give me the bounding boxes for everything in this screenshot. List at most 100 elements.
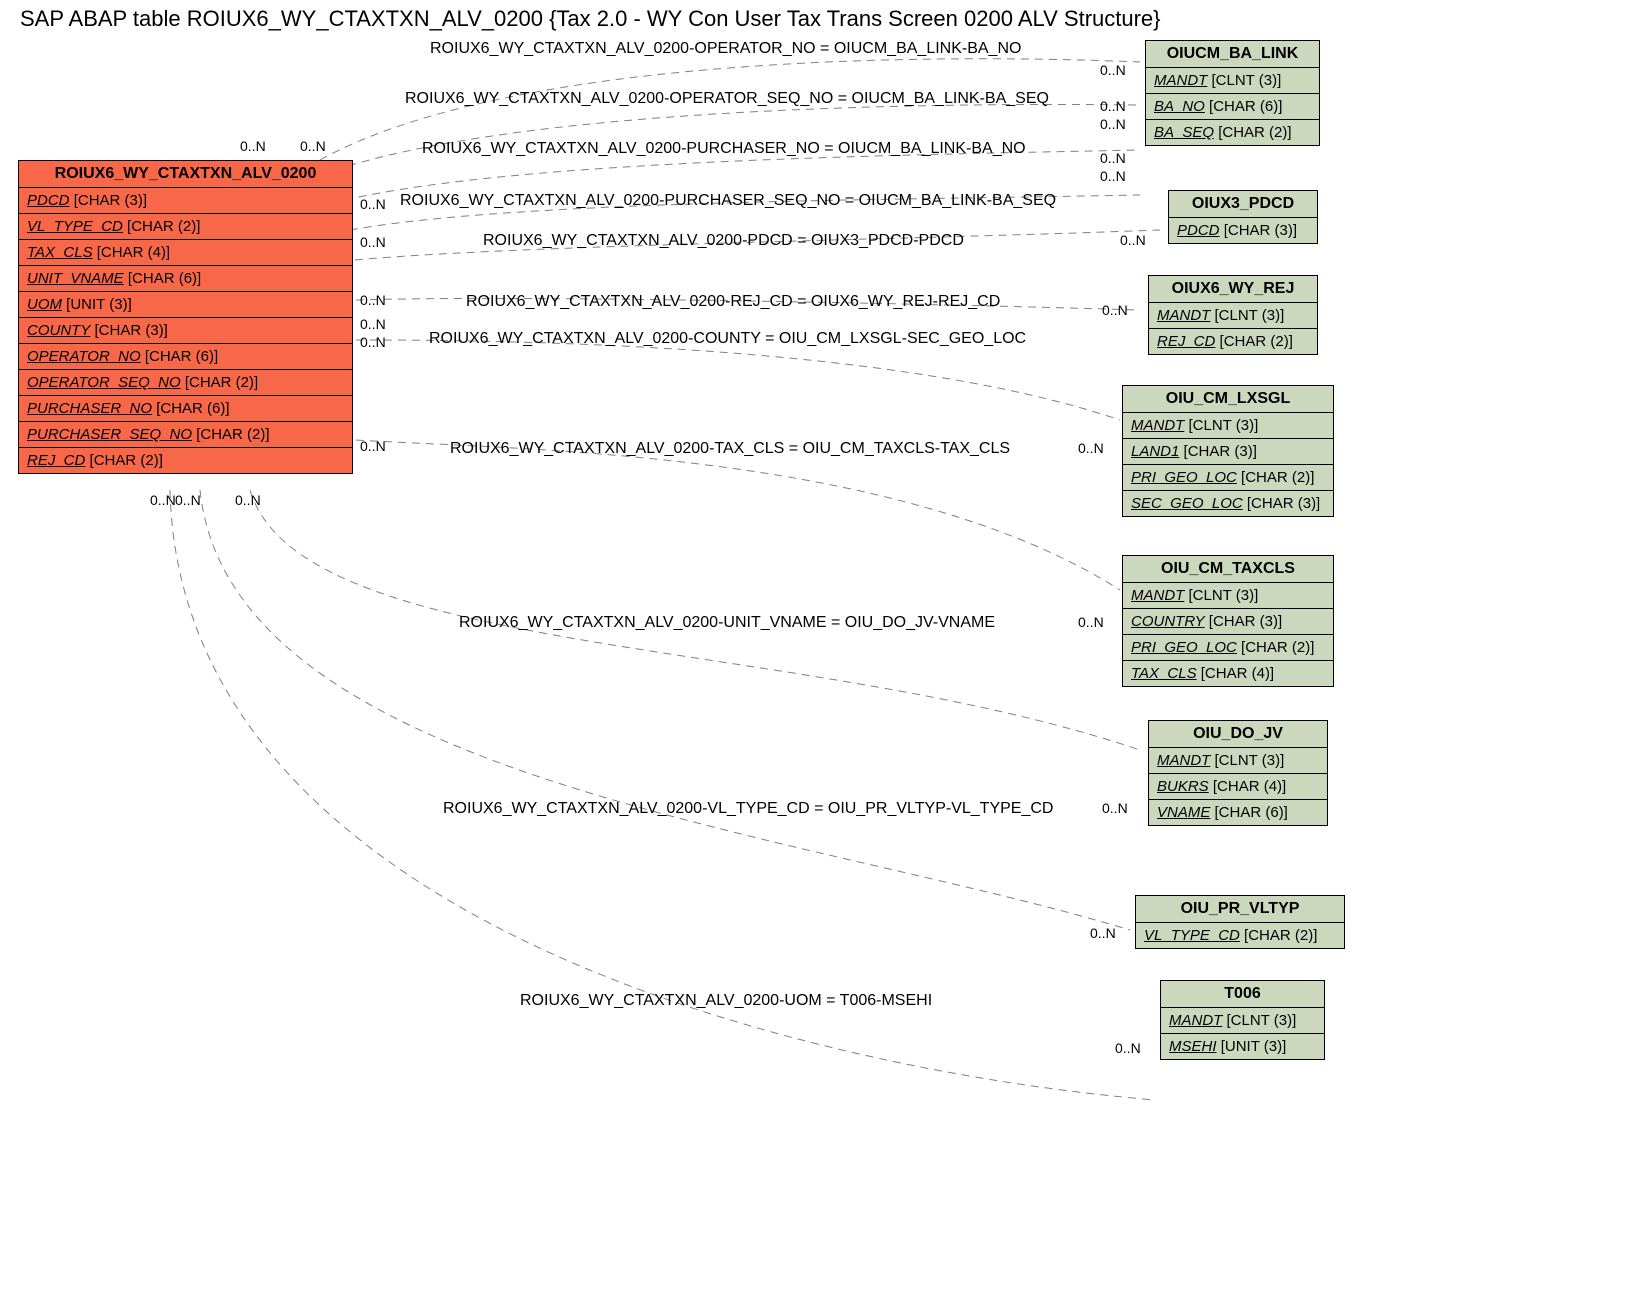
entity-oiux6-wy-rej: OIUX6_WY_REJ MANDT [CLNT (3)] REJ_CD [CHA… bbox=[1148, 275, 1318, 355]
field-name: MSEHI bbox=[1169, 1038, 1217, 1055]
field-name: OPERATOR_NO bbox=[27, 348, 141, 365]
field-type: [CLNT (3)] bbox=[1189, 587, 1259, 604]
entity-main-header: ROIUX6_WY_CTAXTXN_ALV_0200 bbox=[19, 161, 352, 188]
entity-field-row: BA_SEQ [CHAR (2)] bbox=[1146, 119, 1319, 145]
entity-field-row: PDCD [CHAR (3)] bbox=[19, 188, 352, 213]
entity-field-row: TAX_CLS [CHAR (4)] bbox=[19, 239, 352, 265]
field-type: [CHAR (6)] bbox=[1209, 98, 1282, 115]
field-type: [CHAR (3)] bbox=[1224, 222, 1297, 239]
field-type: [CHAR (3)] bbox=[1247, 495, 1320, 512]
field-type: [UNIT (3)] bbox=[66, 296, 132, 313]
card: 0..N bbox=[360, 292, 386, 308]
field-type: [CHAR (2)] bbox=[1220, 333, 1293, 350]
card: 0..N bbox=[175, 492, 201, 508]
field-type: [CLNT (3)] bbox=[1215, 752, 1285, 769]
field-type: [CLNT (3)] bbox=[1189, 417, 1259, 434]
entity-field-row: MANDT [CLNT (3)] bbox=[1149, 748, 1327, 773]
entity-field-row: PURCHASER_NO [CHAR (6)] bbox=[19, 395, 352, 421]
entity-oiucm-ba-link: OIUCM_BA_LINK MANDT [CLNT (3)] BA_NO [CHA… bbox=[1145, 40, 1320, 146]
field-name: COUNTRY bbox=[1131, 613, 1205, 630]
card: 0..N bbox=[1100, 116, 1126, 132]
card: 0..N bbox=[1090, 925, 1116, 941]
field-name: MANDT bbox=[1157, 752, 1210, 769]
field-name: VL_TYPE_CD bbox=[1144, 927, 1240, 944]
field-name: MANDT bbox=[1169, 1012, 1222, 1029]
entity-header: T006 bbox=[1161, 981, 1324, 1008]
card: 0..N bbox=[240, 138, 266, 154]
field-type: [CHAR (3)] bbox=[95, 322, 168, 339]
entity-field-row: VL_TYPE_CD [CHAR (2)] bbox=[1136, 923, 1344, 948]
entity-header: OIU_CM_LXSGL bbox=[1123, 386, 1333, 413]
entity-field-row: PRI_GEO_LOC [CHAR (2)] bbox=[1123, 634, 1333, 660]
entity-header: OIUX6_WY_REJ bbox=[1149, 276, 1317, 303]
field-type: [CLNT (3)] bbox=[1215, 307, 1285, 324]
relation-label: ROIUX6_WY_CTAXTXN_ALV_0200-PURCHASER_SEQ… bbox=[400, 192, 1056, 210]
entity-header: OIU_DO_JV bbox=[1149, 721, 1327, 748]
entity-oiu-cm-taxcls: OIU_CM_TAXCLS MANDT [CLNT (3)] COUNTRY [C… bbox=[1122, 555, 1334, 687]
entity-field-row: OPERATOR_SEQ_NO [CHAR (2)] bbox=[19, 369, 352, 395]
field-name: BA_SEQ bbox=[1154, 124, 1214, 141]
card: 0..N bbox=[360, 196, 386, 212]
field-type: [CHAR (2)] bbox=[196, 426, 269, 443]
entity-header: OIUX3_PDCD bbox=[1169, 191, 1317, 218]
relation-label: ROIUX6_WY_CTAXTXN_ALV_0200-PURCHASER_NO … bbox=[422, 140, 1026, 158]
entity-field-row: MANDT [CLNT (3)] bbox=[1161, 1008, 1324, 1033]
relation-label: ROIUX6_WY_CTAXTXN_ALV_0200-PDCD = OIUX3_… bbox=[483, 232, 964, 250]
entity-field-row: LAND1 [CHAR (3)] bbox=[1123, 438, 1333, 464]
entity-field-row: TAX_CLS [CHAR (4)] bbox=[1123, 660, 1333, 686]
entity-oiu-cm-lxsgl: OIU_CM_LXSGL MANDT [CLNT (3)]LAND1 [CHAR… bbox=[1122, 385, 1334, 517]
relation-label: ROIUX6_WY_CTAXTXN_ALV_0200-OPERATOR_SEQ_… bbox=[405, 90, 1049, 108]
card: 0..N bbox=[1102, 302, 1128, 318]
field-type: [CHAR (6)] bbox=[145, 348, 218, 365]
card: 0..N bbox=[1100, 98, 1126, 114]
entity-field-row: SEC_GEO_LOC [CHAR (3)] bbox=[1123, 490, 1333, 516]
entity-field-row: COUNTRY [CHAR (3)] bbox=[1123, 608, 1333, 634]
field-type: [CHAR (2)] bbox=[90, 452, 163, 469]
card: 0..N bbox=[1102, 800, 1128, 816]
field-type: [CHAR (4)] bbox=[97, 244, 170, 261]
relation-label: ROIUX6_WY_CTAXTXN_ALV_0200-UOM = T006-MS… bbox=[520, 992, 932, 1010]
field-name: PDCD bbox=[27, 192, 70, 209]
field-name: BUKRS bbox=[1157, 778, 1209, 795]
field-type: [CHAR (4)] bbox=[1213, 778, 1286, 795]
field-name: MANDT bbox=[1154, 72, 1207, 89]
field-name: BA_NO bbox=[1154, 98, 1205, 115]
field-type: [CHAR (2)] bbox=[185, 374, 258, 391]
entity-field-row: VNAME [CHAR (6)] bbox=[1149, 799, 1327, 825]
entity-field-row: MSEHI [UNIT (3)] bbox=[1161, 1033, 1324, 1059]
field-name: SEC_GEO_LOC bbox=[1131, 495, 1243, 512]
entity-field-row: MANDT [CLNT (3)] bbox=[1123, 413, 1333, 438]
field-name: PURCHASER_SEQ_NO bbox=[27, 426, 192, 443]
field-name: LAND1 bbox=[1131, 443, 1179, 460]
entity-field-row: MANDT [CLNT (3)] bbox=[1149, 303, 1317, 328]
entity-oiux3-pdcd: OIUX3_PDCD PDCD [CHAR (3)] bbox=[1168, 190, 1318, 244]
card: 0..N bbox=[360, 316, 386, 332]
field-type: [CHAR (2)] bbox=[1244, 927, 1317, 944]
field-name: OPERATOR_SEQ_NO bbox=[27, 374, 181, 391]
card: 0..N bbox=[360, 234, 386, 250]
field-type: [CHAR (6)] bbox=[1215, 804, 1288, 821]
entity-header: OIU_CM_TAXCLS bbox=[1123, 556, 1333, 583]
field-name: COUNTY bbox=[27, 322, 90, 339]
entity-field-row: COUNTY [CHAR (3)] bbox=[19, 317, 352, 343]
field-type: [CHAR (3)] bbox=[1184, 443, 1257, 460]
entity-header: OIUCM_BA_LINK bbox=[1146, 41, 1319, 68]
field-name: MANDT bbox=[1131, 587, 1184, 604]
entity-oiu-pr-vltyp: OIU_PR_VLTYP VL_TYPE_CD [CHAR (2)] bbox=[1135, 895, 1345, 949]
entity-field-row: PURCHASER_SEQ_NO [CHAR (2)] bbox=[19, 421, 352, 447]
card: 0..N bbox=[1100, 150, 1126, 166]
entity-field-row: OPERATOR_NO [CHAR (6)] bbox=[19, 343, 352, 369]
field-type: [CHAR (2)] bbox=[1241, 639, 1314, 656]
card: 0..N bbox=[235, 492, 261, 508]
relation-label: ROIUX6_WY_CTAXTXN_ALV_0200-REJ_CD = OIUX… bbox=[466, 293, 1000, 311]
entity-field-row: VL_TYPE_CD [CHAR (2)] bbox=[19, 213, 352, 239]
relation-label: ROIUX6_WY_CTAXTXN_ALV_0200-TAX_CLS = OIU… bbox=[450, 440, 1010, 458]
card: 0..N bbox=[300, 138, 326, 154]
field-name: REJ_CD bbox=[1157, 333, 1215, 350]
diagram-title: SAP ABAP table ROIUX6_WY_CTAXTXN_ALV_020… bbox=[20, 6, 1161, 32]
entity-field-row: UOM [UNIT (3)] bbox=[19, 291, 352, 317]
entity-field-row: UNIT_VNAME [CHAR (6)] bbox=[19, 265, 352, 291]
field-type: [CLNT (3)] bbox=[1212, 72, 1282, 89]
field-name: UNIT_VNAME bbox=[27, 270, 124, 287]
field-name: PURCHASER_NO bbox=[27, 400, 152, 417]
